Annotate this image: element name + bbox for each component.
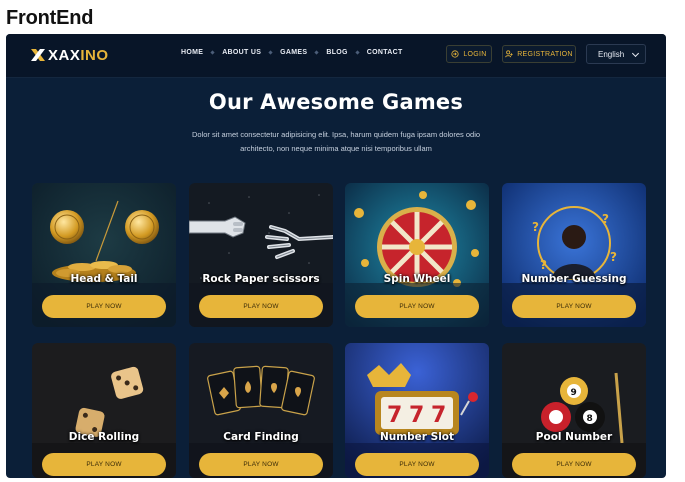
site-frame: XAXINO HOME ABOUT US GAMES BLOG CONTACT … bbox=[6, 34, 666, 478]
game-title: Spin Wheel bbox=[383, 273, 451, 285]
game-card-number-guessing[interactable]: ???? Number Guessing PLAY NOW bbox=[502, 183, 646, 327]
game-title: Number Slot bbox=[379, 431, 455, 443]
nav-divider bbox=[210, 50, 215, 55]
login-icon bbox=[451, 50, 459, 58]
svg-text:?: ? bbox=[602, 212, 609, 226]
play-now-button[interactable]: PLAY NOW bbox=[199, 453, 323, 476]
language-select[interactable]: English bbox=[586, 44, 646, 64]
play-now-button[interactable]: PLAY NOW bbox=[512, 295, 636, 318]
nav-link-contact[interactable]: CONTACT bbox=[367, 49, 403, 56]
svg-text:?: ? bbox=[540, 258, 547, 272]
nav-link-about[interactable]: ABOUT US bbox=[222, 49, 261, 56]
logo-text: XAXINO bbox=[48, 47, 109, 64]
user-add-icon bbox=[505, 50, 513, 58]
svg-text:?: ? bbox=[532, 220, 539, 234]
game-title: Dice Rolling bbox=[68, 431, 140, 443]
nav-divider bbox=[268, 50, 273, 55]
play-now-button[interactable]: PLAY NOW bbox=[355, 453, 479, 476]
svg-text:?: ? bbox=[610, 250, 617, 264]
logo-text-suffix: INO bbox=[80, 46, 109, 64]
game-card-dice-rolling[interactable]: Dice Rolling PLAY NOW bbox=[32, 343, 176, 478]
game-title: Pool Number bbox=[535, 431, 613, 443]
brand-logo[interactable]: XAXINO bbox=[30, 46, 109, 64]
play-now-button[interactable]: PLAY NOW bbox=[355, 295, 479, 318]
svg-text:7: 7 bbox=[409, 403, 424, 428]
login-button[interactable]: LOGIN bbox=[446, 45, 492, 63]
game-card-head-tail[interactable]: Head & Tail PLAY NOW bbox=[32, 183, 176, 327]
main-nav: HOME ABOUT US GAMES BLOG CONTACT bbox=[181, 49, 403, 56]
nav-divider bbox=[314, 50, 319, 55]
svg-text:7: 7 bbox=[387, 403, 402, 428]
play-now-button[interactable]: PLAY NOW bbox=[199, 295, 323, 318]
svg-text:9: 9 bbox=[571, 388, 577, 398]
play-now-button[interactable]: PLAY NOW bbox=[42, 295, 166, 318]
nav-link-games[interactable]: GAMES bbox=[280, 49, 307, 56]
game-card-rock-paper-scissors[interactable]: Rock Paper scissors PLAY NOW bbox=[189, 183, 333, 327]
registration-button[interactable]: REGISTRATION bbox=[502, 45, 576, 63]
logo-x-icon bbox=[31, 49, 45, 61]
game-title: Head & Tail bbox=[70, 273, 138, 285]
logo-text-prefix: XAX bbox=[48, 46, 81, 64]
game-title: Card Finding bbox=[223, 431, 299, 443]
game-card-card-finding[interactable]: Card Finding PLAY NOW bbox=[189, 343, 333, 478]
nav-link-home[interactable]: HOME bbox=[181, 49, 203, 56]
game-card-number-slot[interactable]: 777 Number Slot PLAY NOW bbox=[345, 343, 489, 478]
registration-label: REGISTRATION bbox=[517, 50, 573, 58]
nav-link-blog[interactable]: BLOG bbox=[326, 49, 347, 56]
navbar: XAXINO HOME ABOUT US GAMES BLOG CONTACT … bbox=[6, 34, 666, 77]
play-now-button[interactable]: PLAY NOW bbox=[512, 453, 636, 476]
page-label: FrontEnd bbox=[6, 7, 94, 29]
svg-text:8: 8 bbox=[587, 414, 593, 424]
game-card-pool-number[interactable]: 9 8 Pool Number PLAY NOW bbox=[502, 343, 646, 478]
game-title: Rock Paper scissors bbox=[202, 273, 320, 285]
chevron-down-icon bbox=[631, 49, 640, 58]
game-card-spin-wheel[interactable]: Spin Wheel PLAY NOW bbox=[345, 183, 489, 327]
nav-divider bbox=[355, 50, 360, 55]
svg-text:7: 7 bbox=[431, 403, 446, 428]
section-subtitle: Dolor sit amet consectetur adipisicing e… bbox=[191, 130, 481, 153]
play-now-button[interactable]: PLAY NOW bbox=[42, 453, 166, 476]
section-title: Our Awesome Games bbox=[208, 90, 464, 114]
login-label: LOGIN bbox=[463, 50, 487, 58]
language-value: English bbox=[598, 49, 625, 59]
game-title: Number Guessing bbox=[521, 273, 627, 285]
